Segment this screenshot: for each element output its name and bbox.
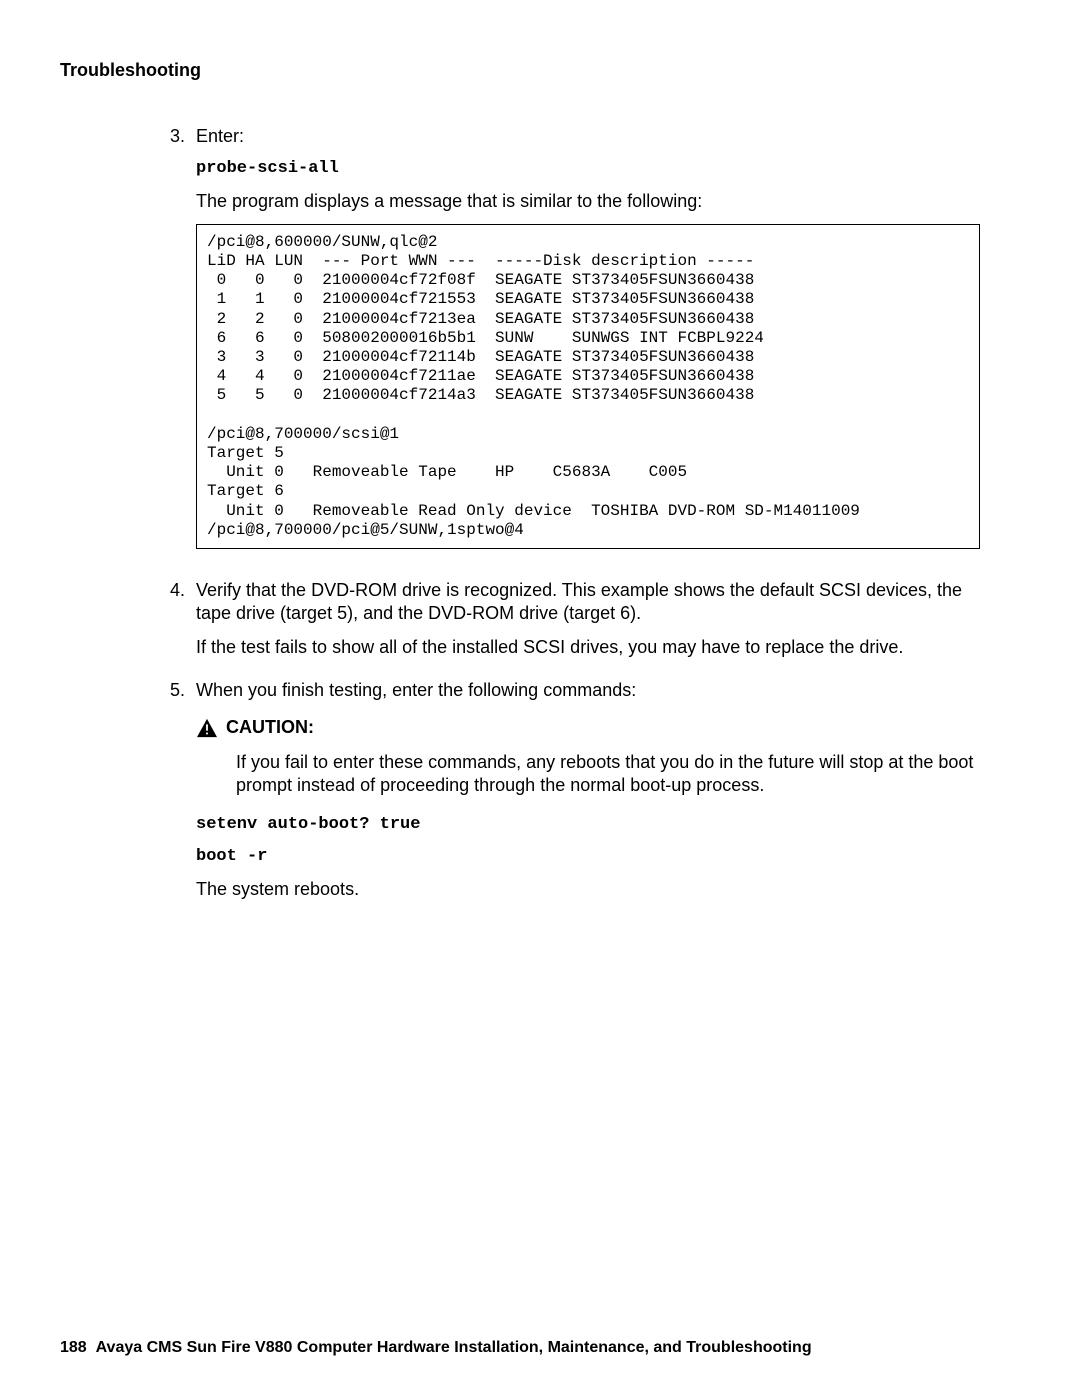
- code-output-box: /pci@8,600000/SUNW,qlc@2 LiD HA LUN --- …: [196, 224, 980, 549]
- step-body: Verify that the DVD-ROM drive is recogni…: [196, 579, 980, 669]
- caution-label: CAUTION:: [226, 716, 314, 739]
- step3-intro: Enter:: [196, 125, 980, 148]
- caution-body: If you fail to enter these commands, any…: [236, 751, 980, 798]
- step-body: Enter: probe-scsi-all The program displa…: [196, 125, 980, 569]
- step4-p2: If the test fails to show all of the ins…: [196, 636, 980, 659]
- step-number: 3.: [170, 125, 196, 569]
- step3-after: The program displays a message that is s…: [196, 190, 980, 213]
- step5-after: The system reboots.: [196, 878, 980, 901]
- page-number: 188: [60, 1339, 87, 1356]
- main-content: 3. Enter: probe-scsi-all The program dis…: [170, 125, 980, 911]
- step5-intro: When you finish testing, enter the follo…: [196, 679, 980, 702]
- step-3: 3. Enter: probe-scsi-all The program dis…: [170, 125, 980, 569]
- command-boot: boot -r: [196, 846, 980, 868]
- step-body: When you finish testing, enter the follo…: [196, 679, 980, 911]
- page-footer: 188 Avaya CMS Sun Fire V880 Computer Har…: [60, 1339, 812, 1357]
- warning-triangle-icon: [196, 718, 218, 744]
- step4-p1: Verify that the DVD-ROM drive is recogni…: [196, 579, 980, 626]
- step-4: 4. Verify that the DVD-ROM drive is reco…: [170, 579, 980, 669]
- step-5: 5. When you finish testing, enter the fo…: [170, 679, 980, 911]
- page: Troubleshooting 3. Enter: probe-scsi-all…: [0, 0, 1080, 1397]
- step-number: 4.: [170, 579, 196, 669]
- section-header: Troubleshooting: [60, 60, 1020, 81]
- command-probe-scsi: probe-scsi-all: [196, 158, 980, 180]
- step-number: 5.: [170, 679, 196, 911]
- command-setenv: setenv auto-boot? true: [196, 814, 980, 836]
- caution-row: CAUTION:: [196, 716, 980, 744]
- footer-title: Avaya CMS Sun Fire V880 Computer Hardwar…: [96, 1339, 812, 1356]
